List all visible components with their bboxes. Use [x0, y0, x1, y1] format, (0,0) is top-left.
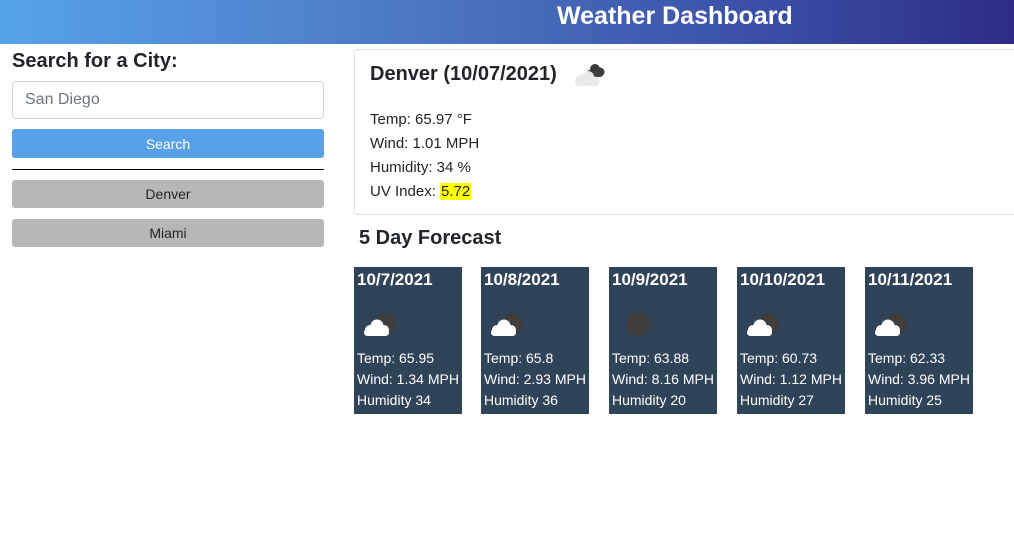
forecast-wind: Wind: 1.12 MPH — [740, 371, 842, 387]
forecast-temp: Temp: 63.88 — [612, 350, 690, 366]
current-uv-index: UV Index: 5.72 — [370, 182, 472, 202]
current-humidity: Humidity: 34 % — [370, 159, 471, 176]
forecast-temp: Temp: 65.8 — [484, 350, 554, 366]
page-title: Weather Dashboard — [557, 2, 793, 30]
forecast-wind: Wind: 2.93 MPH — [484, 371, 586, 387]
forecast-date: 10/8/2021 — [484, 270, 560, 289]
clear-night-icon — [626, 312, 650, 336]
forecast-title: 5 Day Forecast — [359, 227, 502, 249]
forecast-date: 10/10/2021 — [740, 270, 826, 289]
forecast-humidity: Humidity 20 — [612, 392, 686, 408]
forecast-card: 10/7/2021 Temp: 65.95 Wind: 1.34 MPH Hum… — [354, 267, 462, 414]
cloudy-icon — [575, 64, 605, 86]
forecast-temp: Temp: 62.33 — [868, 350, 946, 366]
history-button-miami[interactable]: Miami — [12, 219, 324, 247]
forecast-date: 10/11/2021 — [868, 270, 953, 289]
current-city-title: Denver (10/07/2021) — [370, 63, 557, 85]
uv-value-badge: 5.72 — [440, 183, 472, 200]
partly-cloudy-night-icon — [364, 313, 396, 336]
forecast-humidity: Humidity 27 — [740, 392, 814, 408]
current-wind: Wind: 1.01 MPH — [370, 135, 480, 152]
city-search-input[interactable] — [12, 81, 324, 119]
header-bar: Weather Dashboard — [0, 0, 1014, 44]
history-button-denver[interactable]: Denver — [12, 180, 324, 208]
forecast-humidity: Humidity 34 — [357, 392, 431, 408]
forecast-card: 10/8/2021 Temp: 65.8 Wind: 2.93 MPH Humi… — [481, 267, 589, 414]
forecast-card: 10/10/2021 Temp: 60.73 Wind: 1.12 MPH Hu… — [737, 267, 845, 414]
search-title: Search for a City: — [12, 50, 178, 72]
current-temp: Temp: 65.97 °F — [370, 111, 472, 128]
partly-cloudy-night-icon — [747, 313, 779, 336]
forecast-wind: Wind: 8.16 MPH — [612, 371, 714, 387]
forecast-card: 10/9/2021 Temp: 63.88 Wind: 8.16 MPH Hum… — [609, 267, 717, 414]
forecast-humidity: Humidity 36 — [484, 392, 558, 408]
current-weather-panel: Denver (10/07/2021) Temp: 65.97 °F Wind:… — [354, 49, 1014, 215]
sidebar-divider — [12, 169, 324, 170]
forecast-temp: Temp: 60.73 — [740, 350, 818, 366]
search-sidebar: Search for a City: Search Denver Miami — [12, 50, 324, 247]
forecast-temp: Temp: 65.95 — [357, 350, 435, 366]
forecast-humidity: Humidity 25 — [868, 392, 942, 408]
forecast-date: 10/7/2021 — [357, 270, 433, 289]
partly-cloudy-night-icon — [491, 313, 523, 336]
uv-label: UV Index: — [370, 183, 441, 200]
forecast-wind: Wind: 1.34 MPH — [357, 371, 459, 387]
search-button[interactable]: Search — [12, 129, 324, 158]
forecast-card: 10/11/2021 Temp: 62.33 Wind: 3.96 MPH Hu… — [865, 267, 973, 414]
forecast-wind: Wind: 3.96 MPH — [868, 371, 970, 387]
partly-cloudy-night-icon — [875, 313, 907, 336]
forecast-date: 10/9/2021 — [612, 270, 688, 289]
